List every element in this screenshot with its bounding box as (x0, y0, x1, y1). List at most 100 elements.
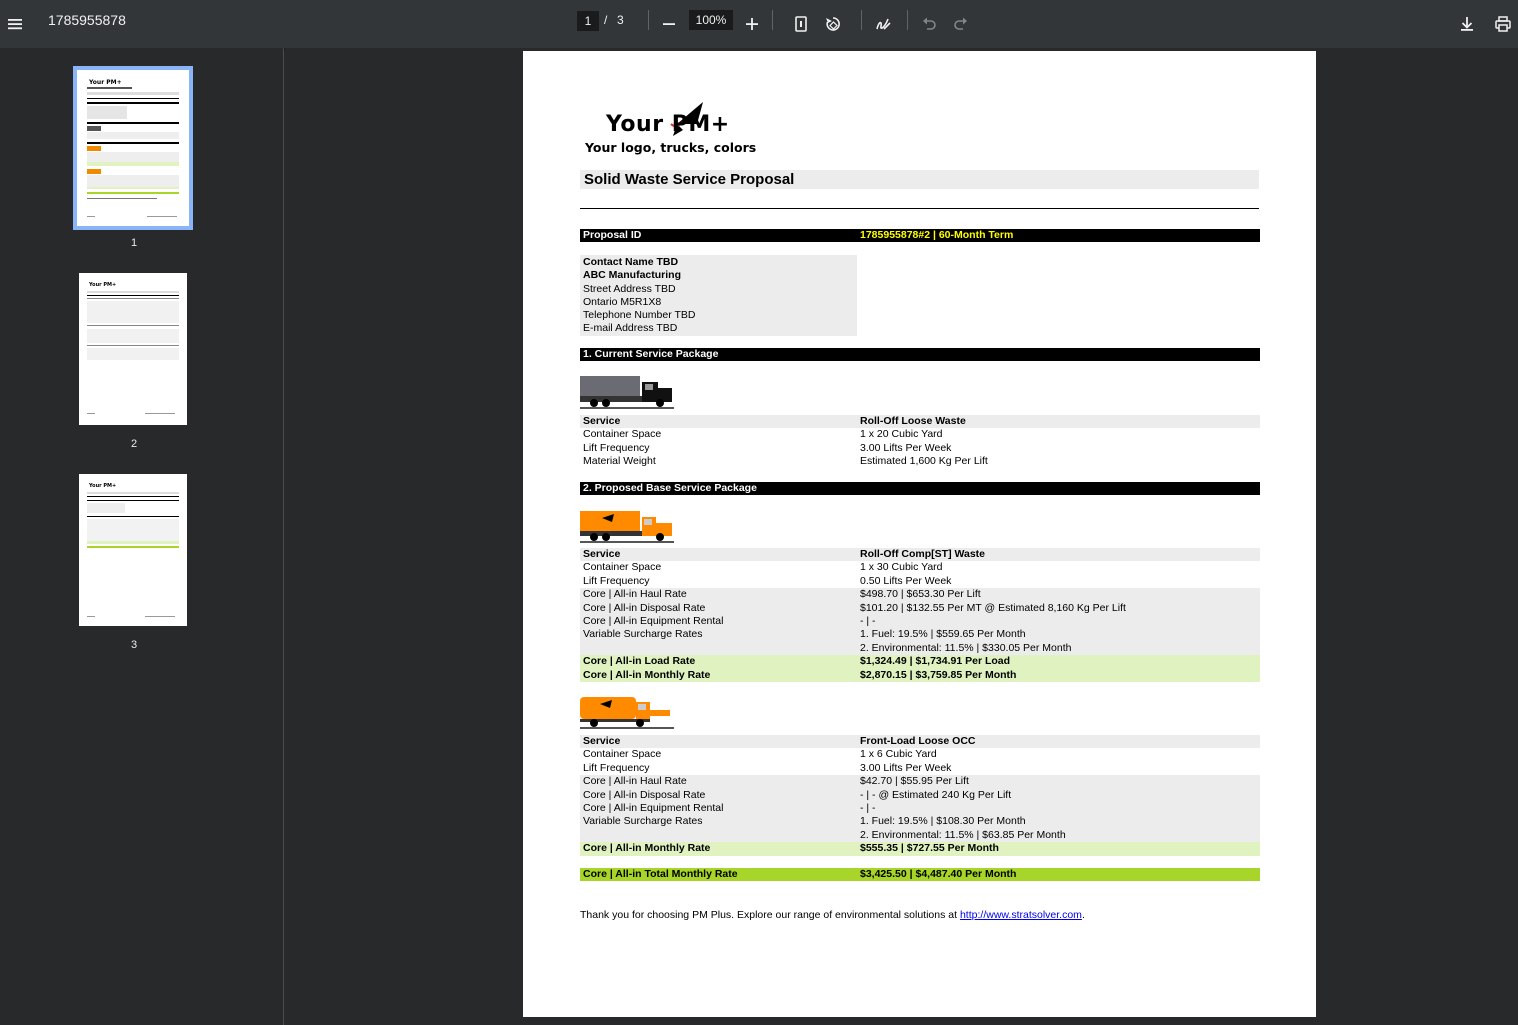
table-row: Variable Surcharge Rates 1. Fuel: 19.5% |… (580, 628, 1260, 642)
frontload-truck-orange-icon (580, 697, 674, 729)
city-postal: Ontario M5R1X8 (583, 295, 662, 308)
table-row: Core | All-in Haul Rate $42.70 | $55.95 P… (580, 775, 1260, 789)
row-label: Core | All-in Monthly Rate (583, 842, 711, 855)
row-value: $498.70 | $653.30 Per Lift (860, 588, 981, 601)
toolbar-divider (772, 10, 773, 30)
row-label: Core | All-in Haul Rate (583, 588, 687, 601)
menu-icon[interactable] (1, 10, 29, 38)
row-value: $1,324.49 | $1,734.91 Per Load (860, 655, 1011, 668)
footer-period: . (1081, 909, 1085, 921)
annotate-pen-icon[interactable] (869, 10, 897, 38)
page-thumbnail-1[interactable]: Your PM+ (73, 66, 193, 230)
row-value: - | - (860, 615, 876, 627)
proposal-id-bar: Proposal ID 1785955878#2 | 60-Month Term (580, 229, 1260, 242)
thumbnail-preview: Your PM+ (87, 483, 179, 617)
svg-text:Your PM+: Your PM+ (88, 483, 116, 489)
zoom-in-button[interactable] (738, 10, 766, 38)
download-icon[interactable] (1453, 10, 1481, 38)
company-name: ABC Manufacturing (583, 269, 681, 282)
page-thumbnail-3[interactable]: Your PM+ (79, 474, 187, 626)
row-label: Core | All-in Load Rate (583, 655, 696, 668)
thumbnail-label-3: 3 (130, 639, 138, 651)
telephone: Telephone Number TBD (583, 309, 696, 322)
undo-icon[interactable] (915, 10, 943, 38)
table-row: Core | All-in Haul Rate $498.70 | $653.30… (580, 588, 1260, 602)
thumbnail-preview: Your PM+ (87, 79, 179, 217)
row-value: 3.00 Lifts Per Week (860, 761, 952, 774)
footer-message: Thank you for choosing PM Plus. Explore … (580, 909, 1085, 921)
rolloff-truck-orange-icon (580, 511, 674, 543)
table-row: Core | All-in Load Rate $1,324.49 | $1,73… (580, 655, 1260, 669)
row-label: Variable Surcharge Rates (583, 815, 703, 828)
website-link[interactable]: http://www.stratsolver.com (960, 909, 1082, 921)
logo-subtitle: Your logo, trucks, colors (585, 140, 757, 155)
pdf-toolbar: 1785955878 1 / 3 100% (0, 0, 1518, 48)
document-title: 1785955878 (48, 12, 126, 28)
zoom-level-input[interactable]: 100% (689, 10, 733, 30)
table-row: Core | All-in Equipment Rental - | - (580, 615, 1260, 629)
page-thumbnail-2[interactable]: Your PM+ (79, 273, 187, 425)
row-label: Service (583, 735, 621, 747)
row-label: Container Space (583, 428, 662, 441)
svg-text:Your PM+: Your PM+ (88, 79, 122, 86)
row-value: 0.50 Lifts Per Week (860, 574, 952, 587)
table-row: Material Weight Estimated 1,600 Kg Per Li… (580, 455, 1260, 468)
row-value: $42.70 | $55.95 Per Lift (860, 775, 969, 788)
row-label: Core | All-in Equipment Rental (583, 802, 724, 814)
row-value: 2. Environmental: 11.5% | $330.05 Per Mo… (860, 641, 1072, 654)
section-header-current: 1. Current Service Package (580, 348, 1260, 361)
email-address: E-mail Address TBD (583, 322, 678, 335)
table-row: Lift Frequency 0.50 Lifts Per Week (580, 575, 1260, 588)
row-label: Core | All-in Monthly Rate (583, 668, 711, 681)
redo-icon[interactable] (947, 10, 975, 38)
row-value: 1. Fuel: 19.5% | $559.65 Per Month (860, 628, 1026, 641)
print-icon[interactable] (1489, 10, 1517, 38)
row-value: - | - @ Estimated 240 Kg Per Lift (860, 788, 1012, 801)
row-value: 2. Environmental: 11.5% | $63.85 Per Mon… (860, 828, 1066, 841)
table-row: Service Roll-Off Loose Waste (580, 415, 1260, 429)
footer-text: Thank you for choosing PM Plus. Explore … (580, 909, 960, 921)
row-value: 3.00 Lifts Per Week (860, 441, 952, 454)
proposal-id-label: Proposal ID (583, 229, 642, 241)
row-label: Core | All-in Haul Rate (583, 775, 687, 788)
svg-text:Your PM+: Your PM+ (88, 282, 116, 288)
table-row: Container Space 1 x 20 Cubic Yard (580, 428, 1260, 441)
page-total: 3 (617, 13, 624, 27)
table-row: Container Space 1 x 30 Cubic Yard (580, 561, 1260, 574)
row-label: Lift Frequency (583, 574, 650, 587)
rolloff-truck-gray-icon (580, 376, 674, 409)
thumbnail-label-2: 2 (130, 438, 138, 450)
zoom-out-button[interactable] (655, 10, 683, 38)
row-value: Front-Load Loose OCC (860, 735, 976, 747)
toolbar-divider (861, 10, 862, 30)
row-value: $2,870.15 | $3,759.85 Per Month (860, 668, 1017, 681)
row-value: Roll-Off Loose Waste (860, 415, 966, 427)
street-address: Street Address TBD (583, 282, 676, 295)
rotate-icon[interactable] (819, 10, 847, 38)
row-label: Core | All-in Disposal Rate (583, 788, 706, 801)
thumbnail-preview: Your PM+ (87, 282, 179, 414)
table-row: Container Space 1 x 6 Cubic Yard (580, 748, 1260, 761)
table-row: Core | All-in Monthly Rate $2,870.15 | $3… (580, 668, 1260, 682)
row-value: 1 x 30 Cubic Yard (860, 561, 943, 574)
proposal-id-value: 1785955878#2 | 60-Month Term (860, 229, 1014, 241)
fit-page-icon[interactable] (787, 10, 815, 38)
row-label: Core | All-in Disposal Rate (583, 601, 706, 614)
row-value: - | - (860, 802, 876, 814)
table-row: Core | All-in Disposal Rate - | - @ Estim… (580, 788, 1260, 802)
page-number-input[interactable]: 1 (577, 11, 599, 31)
row-value: 1. Fuel: 19.5% | $108.30 Per Month (860, 815, 1026, 828)
document-title-bar: Solid Waste Service Proposal (580, 170, 1259, 189)
table-row: 2. Environmental: 11.5% | $330.05 Per Mo… (580, 641, 1260, 656)
table-row: Core | All-in Equipment Rental - | - (580, 802, 1260, 816)
table-row: 2. Environmental: 11.5% | $63.85 Per Mon… (580, 828, 1260, 843)
table-row: Variable Surcharge Rates 1. Fuel: 19.5% |… (580, 815, 1260, 829)
table-row: Lift Frequency 3.00 Lifts Per Week (580, 762, 1260, 775)
logo-text: Your PM+ (606, 112, 730, 137)
row-label: Lift Frequency (583, 441, 650, 454)
total-label: Core | All-in Total Monthly Rate (583, 868, 738, 880)
row-label: Container Space (583, 561, 662, 574)
row-label: Container Space (583, 748, 662, 761)
table-row: Core | All-in Disposal Rate $101.20 | $13… (580, 601, 1260, 615)
total-value: $3,425.50 | $4,487.40 Per Month (860, 868, 1017, 880)
